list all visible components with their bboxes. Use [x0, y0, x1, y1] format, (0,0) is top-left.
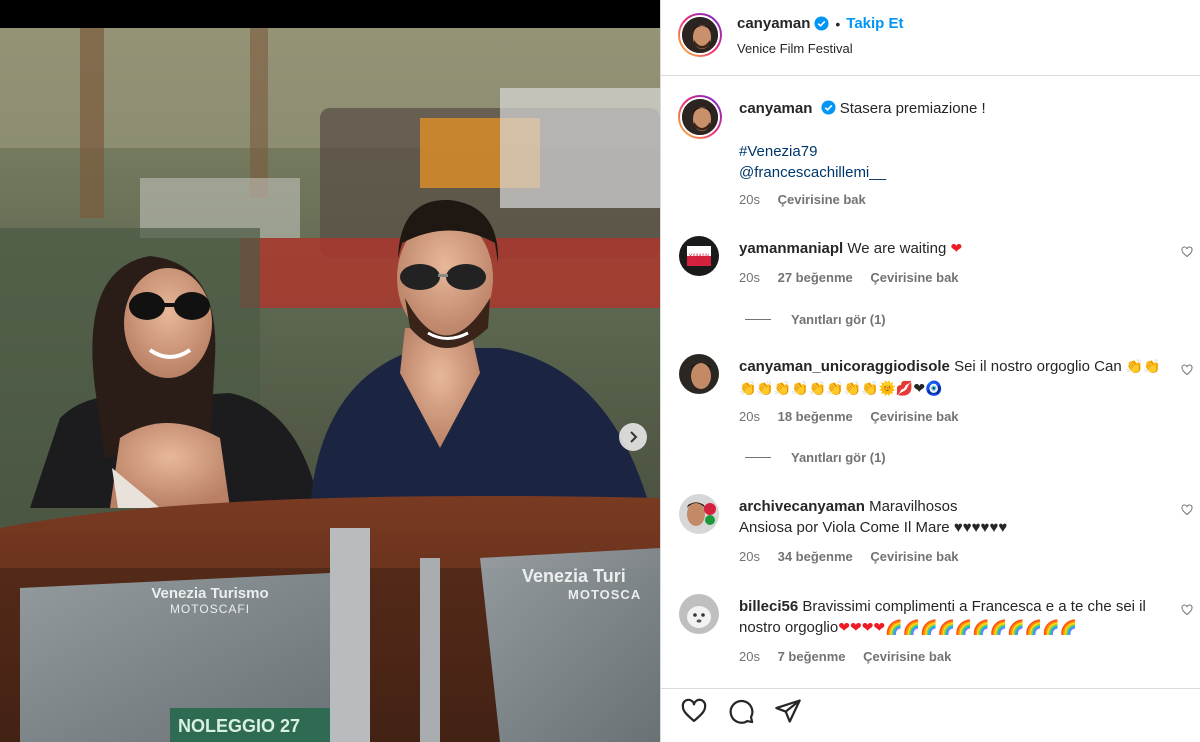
comment-text: archivecanyaman Maravilhosos: [739, 496, 1187, 517]
comment-time[interactable]: 20s: [739, 409, 760, 424]
comment-time[interactable]: 20s: [739, 270, 760, 285]
comment-body: Sei il nostro orgoglio Can: [954, 358, 1122, 375]
caption-time[interactable]: 20s: [739, 192, 760, 207]
comment-avatar[interactable]: [679, 354, 719, 394]
caption-avatar[interactable]: [678, 95, 722, 139]
replies-label: Yanıtları gör (1): [791, 450, 886, 465]
comment-likes[interactable]: 34 beğenme: [778, 549, 853, 564]
comment-translate[interactable]: Çevirisine bak: [863, 649, 951, 664]
comment-text: canyaman_unicoraggiodisole Sei il nostro…: [739, 356, 1187, 378]
comment-body-line2: nostro orgoglio: [739, 619, 839, 636]
comment-avatar[interactable]: YAMAN: [679, 236, 719, 276]
svg-text:YAMAN: YAMAN: [689, 254, 710, 260]
comment-text: yamanmaniapl We are waiting ❤: [739, 238, 1187, 260]
replies-divider: [745, 319, 771, 320]
heart-icon[interactable]: [1181, 604, 1193, 616]
comment-avatar[interactable]: [679, 494, 719, 534]
post-header: canyaman • Takip Et Venice Film Festival: [661, 0, 1200, 76]
photo-letterbox: [0, 0, 660, 28]
comment-username[interactable]: archivecanyaman: [739, 498, 865, 515]
sign-right-line2: MOTOSCA: [568, 587, 642, 602]
boat-plate: NOLEGGIO 27: [178, 716, 301, 736]
sign-right: Venezia Turi MOTOSCA: [522, 566, 660, 602]
header-title-row: canyaman • Takip Et: [737, 15, 904, 32]
comment-text-line2: Ansiosa por Viola Come Il Mare ♥♥♥♥♥♥: [739, 517, 1187, 538]
sign-left-line2: MOTOSCAFI: [169, 602, 251, 616]
comment-text: billeci56 Bravissimi complimenti a Franc…: [739, 596, 1187, 617]
header-avatar[interactable]: [678, 13, 722, 57]
sign-left: Venezia Turismo MOTOSCAFI: [150, 585, 270, 616]
next-photo-button[interactable]: [619, 423, 647, 451]
heart-icon[interactable]: [680, 697, 708, 725]
avatar: [680, 97, 720, 137]
comment-likes[interactable]: 27 beğenme: [778, 270, 853, 285]
heart-icon[interactable]: [1181, 364, 1193, 376]
post-image: [0, 28, 660, 742]
comment-avatar[interactable]: [679, 594, 719, 634]
comment-translate[interactable]: Çevirisine bak: [870, 409, 958, 424]
comment-time[interactable]: 20s: [739, 549, 760, 564]
caption-hashtag-line: #Venezia79: [739, 141, 1187, 162]
comment-meta: 20s 34 beğenme Çevirisine bak: [739, 549, 973, 564]
view-replies-button[interactable]: Yanıtları gör (1): [745, 450, 886, 465]
comment-time[interactable]: 20s: [739, 649, 760, 664]
post-panel: canyaman • Takip Et Venice Film Festival…: [660, 0, 1200, 742]
caption-body: Stasera premiazione !: [839, 100, 986, 117]
caption-meta: 20s Çevirisine bak: [739, 192, 880, 207]
comment-body-line2: Ansiosa por Viola Come Il Mare ♥♥♥♥♥♥: [739, 519, 1008, 536]
replies-label: Yanıtları gör (1): [791, 312, 886, 327]
caption-mention-line: @francescachillemi__: [739, 162, 1187, 183]
comment-meta: 20s 27 beğenme Çevirisine bak: [739, 270, 973, 285]
view-replies-button[interactable]: Yanıtları gör (1): [745, 312, 886, 327]
header-dot: •: [835, 15, 841, 32]
comment-icon[interactable]: [727, 697, 755, 725]
verified-icon: [814, 16, 829, 31]
comment-emoji-line2: 👏👏👏👏👏👏👏👏🌞💋❤🧿: [739, 381, 943, 397]
share-icon[interactable]: [774, 697, 802, 725]
heart-icon[interactable]: [1181, 246, 1193, 258]
comment-text-line2: nostro orgoglio❤❤❤❤🌈🌈🌈🌈🌈🌈🌈🌈🌈🌈🌈: [739, 617, 1187, 639]
header-username[interactable]: canyaman: [737, 15, 810, 32]
comment-body: Bravissimi complimenti a Francesca e a t…: [802, 598, 1146, 615]
sign-left-line1: Venezia Turismo: [151, 585, 269, 602]
verified-icon: [821, 100, 836, 115]
comment-meta: 20s 7 beğenme Çevirisine bak: [739, 649, 965, 664]
comment-username[interactable]: canyaman_unicoraggiodisole: [739, 358, 950, 375]
mention-link[interactable]: @francescachillemi__: [739, 164, 886, 181]
comment-emoji: ❤: [950, 241, 963, 257]
comment-text-line2: 👏👏👏👏👏👏👏👏🌞💋❤🧿: [739, 378, 1187, 400]
comment-username[interactable]: yamanmaniapl: [739, 240, 843, 257]
caption-translate[interactable]: Çevirisine bak: [778, 192, 866, 207]
comment-emoji: 👏👏: [1125, 359, 1161, 375]
comment-username[interactable]: billeci56: [739, 598, 798, 615]
comment-translate[interactable]: Çevirisine bak: [870, 270, 958, 285]
caption-text: canyaman Stasera premiazione !: [739, 98, 1187, 119]
action-bar: [661, 688, 1200, 742]
chevron-right-icon: [630, 431, 638, 443]
follow-button[interactable]: Takip Et: [846, 15, 903, 32]
caption-username[interactable]: canyaman: [739, 100, 812, 117]
comment-meta: 20s 18 beğenme Çevirisine bak: [739, 409, 973, 424]
comment-likes[interactable]: 7 beğenme: [778, 649, 846, 664]
sign-right-line1: Venezia Turi: [522, 566, 626, 586]
hashtag-link[interactable]: #Venezia79: [739, 143, 817, 160]
location-link[interactable]: Venice Film Festival: [737, 41, 853, 56]
comment-body: Maravilhosos: [869, 498, 958, 515]
avatar: [680, 15, 720, 55]
comment-likes[interactable]: 18 beğenme: [778, 409, 853, 424]
heart-icon[interactable]: [1181, 504, 1193, 516]
comment-emoji: ❤❤❤❤🌈🌈🌈🌈🌈🌈🌈🌈🌈🌈🌈: [838, 620, 1077, 636]
post-photo: Venezia Turismo MOTOSCAFI Venezia Turi M…: [0, 0, 660, 742]
comment-translate[interactable]: Çevirisine bak: [870, 549, 958, 564]
comment-body: We are waiting: [847, 240, 947, 257]
replies-divider: [745, 457, 771, 458]
